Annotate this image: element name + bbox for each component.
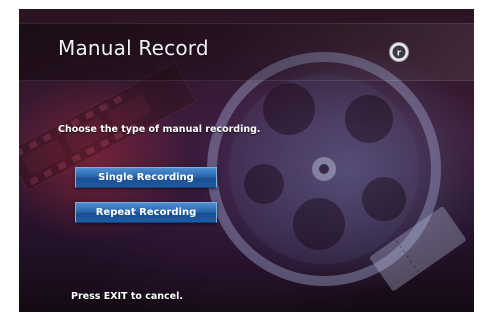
instruction-text: Choose the type of manual recording. bbox=[58, 124, 261, 135]
single-recording-button[interactable]: Single Recording bbox=[75, 167, 217, 188]
circle-r-logo-icon: r bbox=[389, 42, 409, 62]
repeat-recording-button[interactable]: Repeat Recording bbox=[75, 202, 217, 223]
page-title: Manual Record bbox=[58, 36, 209, 60]
svg-text:r: r bbox=[397, 49, 402, 59]
tv-screen: Manual Record r Choose the type of manua… bbox=[19, 9, 474, 312]
exit-hint: Press EXIT to cancel. bbox=[71, 291, 183, 302]
